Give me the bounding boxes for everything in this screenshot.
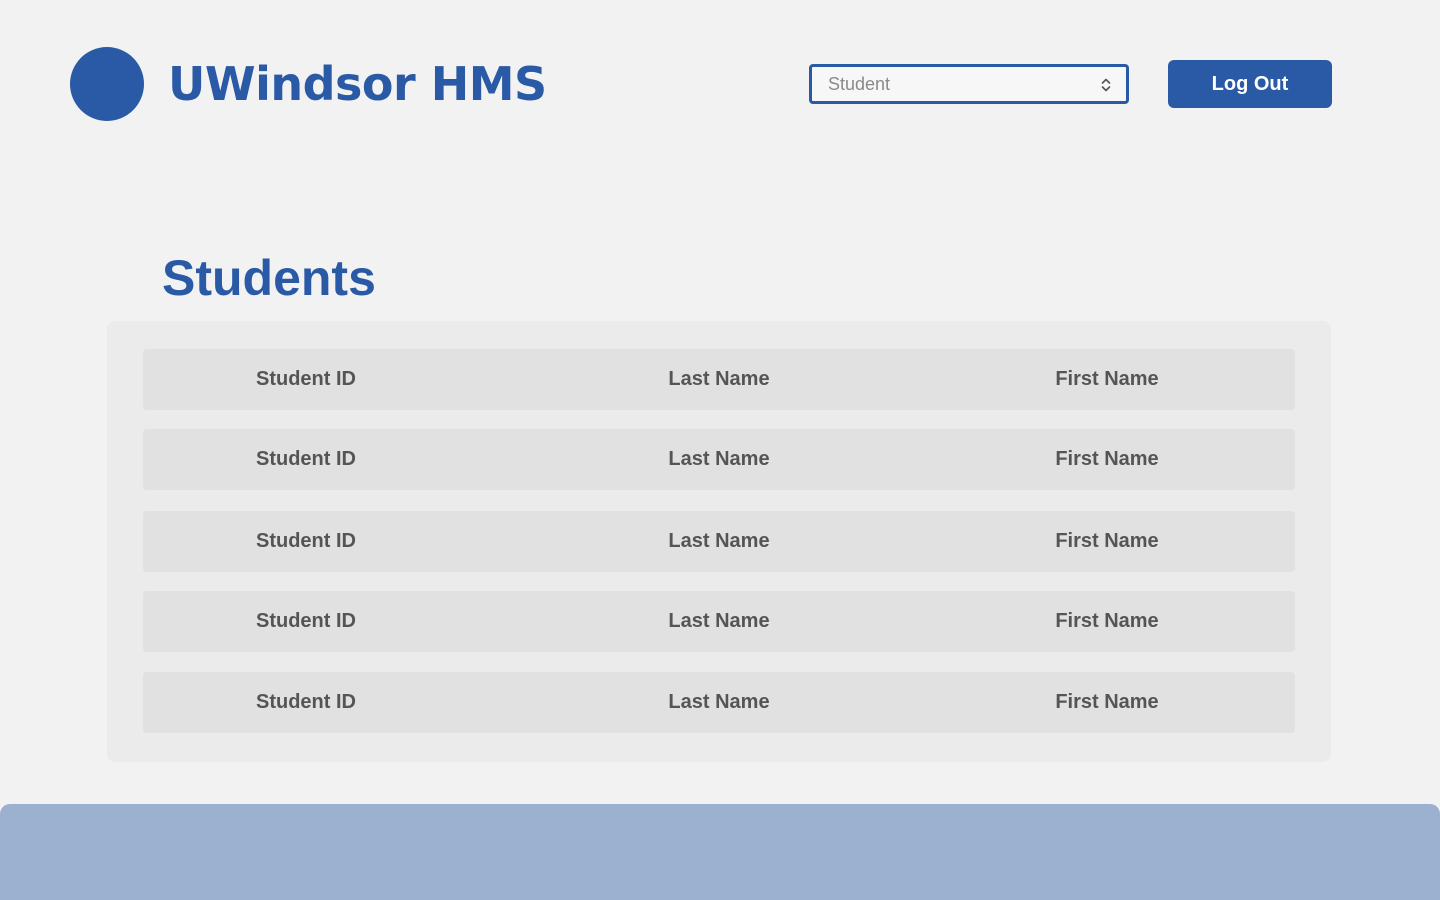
first-name-cell: First Name <box>1055 610 1159 632</box>
student-id-cell: Student ID <box>256 530 356 552</box>
students-table: Student ID Last Name First Name Student … <box>107 321 1331 762</box>
first-name-cell: First Name <box>1055 691 1159 713</box>
table-row[interactable]: Student ID Last Name First Name <box>143 511 1295 572</box>
last-name-cell: Last Name <box>668 530 770 552</box>
table-header-row: Student ID Last Name First Name <box>143 349 1295 410</box>
table-row[interactable]: Student ID Last Name First Name <box>143 429 1295 490</box>
student-id-cell: Student ID <box>256 448 356 470</box>
role-select-value: Student <box>828 74 891 94</box>
logo-icon <box>70 47 144 121</box>
student-id-cell: Student ID <box>256 691 356 713</box>
last-name-cell: Last Name <box>668 610 770 632</box>
table-row[interactable]: Student ID Last Name First Name <box>143 591 1295 652</box>
column-header-last-name: Last Name <box>668 368 770 390</box>
last-name-cell: Last Name <box>668 448 770 470</box>
column-header-first-name: First Name <box>1055 368 1159 390</box>
logout-button[interactable]: Log Out <box>1168 60 1332 108</box>
student-id-cell: Student ID <box>256 610 356 632</box>
app-title: UWindsor HMS <box>168 57 547 111</box>
page-title: Students <box>162 250 376 306</box>
first-name-cell: First Name <box>1055 448 1159 470</box>
role-select[interactable]: Student <box>809 64 1129 104</box>
chevron-up-down-icon <box>1101 78 1111 92</box>
table-row[interactable]: Student ID Last Name First Name <box>143 672 1295 733</box>
column-header-student-id: Student ID <box>256 368 356 390</box>
first-name-cell: First Name <box>1055 530 1159 552</box>
footer-bar <box>0 804 1440 900</box>
last-name-cell: Last Name <box>668 691 770 713</box>
